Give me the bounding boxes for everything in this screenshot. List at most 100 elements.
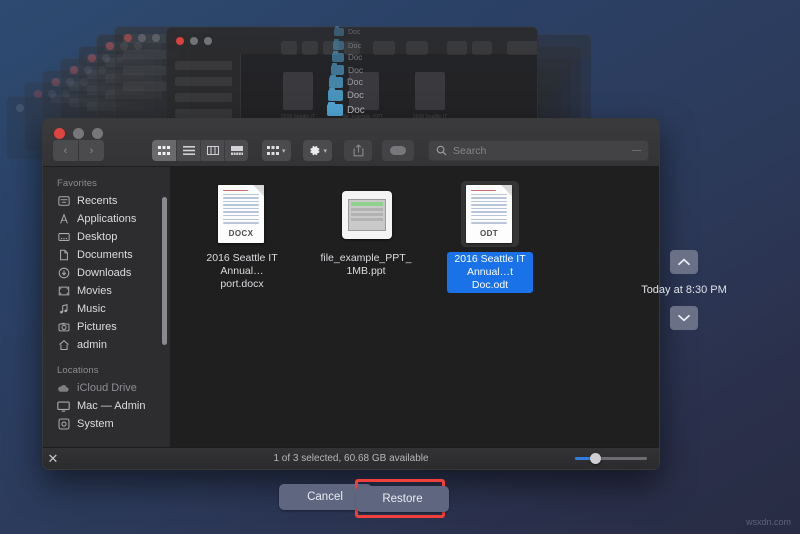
sidebar-item-desktop[interactable]: Desktop xyxy=(43,228,170,246)
icon-size-slider[interactable] xyxy=(575,453,647,464)
stacked-sidebar-row xyxy=(175,77,232,86)
file-label-line1: 2016 Seattle IT xyxy=(454,253,526,265)
sidebar-item-label: Recents xyxy=(77,195,118,207)
stacked-folder-chip-7[interactable]: Doc xyxy=(327,102,365,116)
group-by-menu[interactable]: ▾ xyxy=(262,140,291,161)
action-menu[interactable]: ▾ xyxy=(302,140,333,161)
slider-knob[interactable] xyxy=(590,453,601,464)
ppt-line xyxy=(351,208,383,211)
file-grid[interactable]: DOCX 2016 Seattle IT Annual…port.docx fi… xyxy=(171,167,659,447)
icon-view-button[interactable] xyxy=(152,140,176,161)
tag-oval-icon xyxy=(390,146,407,155)
forward-button[interactable]: › xyxy=(79,140,104,161)
stacked-toolbar-button[interactable] xyxy=(373,41,395,55)
folder-icon xyxy=(328,88,343,101)
sidebar-item-label: Music xyxy=(77,303,106,315)
column-view-button[interactable] xyxy=(200,140,224,161)
documents-icon xyxy=(57,249,70,262)
sidebar-item-label: admin xyxy=(77,339,107,351)
file-item-ppt[interactable]: file_example_PPT_ 1MB.ppt xyxy=(320,185,412,293)
time-machine-close-button[interactable]: ✕ xyxy=(44,450,62,468)
stacked-toolbar-button[interactable] xyxy=(447,41,467,55)
disk-icon xyxy=(57,418,70,431)
finder-body: Favorites Recents Applications Desktop D… xyxy=(43,167,659,447)
timeline-previous-button[interactable] xyxy=(670,250,698,274)
stacked-toolbar-button[interactable] xyxy=(302,41,318,55)
file-item-docx[interactable]: DOCX 2016 Seattle IT Annual…port.docx xyxy=(199,185,285,293)
sidebar-item-label: Pictures xyxy=(77,321,117,333)
stacked-folder-chip-3[interactable]: Doc xyxy=(332,51,362,62)
file-label-selected: 2016 Seattle IT Annual…t Doc.odt xyxy=(447,252,533,293)
sidebar-item-music[interactable]: Music xyxy=(43,300,170,318)
stacked-search-field[interactable] xyxy=(507,41,537,55)
file-item-odt[interactable]: ODT 2016 Seattle IT Annual…t Doc.odt xyxy=(447,181,533,293)
file-label: file_example_PPT_ 1MB.ppt xyxy=(320,252,411,278)
sidebar-item-mac-admin[interactable]: Mac — Admin xyxy=(43,397,170,415)
sidebar-item-recents[interactable]: Recents xyxy=(43,192,170,210)
sidebar-item-system[interactable]: System xyxy=(43,415,170,433)
sidebar-item-label: Downloads xyxy=(77,267,132,279)
gallery-view-button[interactable] xyxy=(224,140,248,161)
gear-icon xyxy=(309,145,320,156)
stacked-folder-label: Doc xyxy=(347,90,364,101)
sidebar-item-icloud-drive[interactable]: iCloud Drive xyxy=(43,379,170,397)
folder-icon xyxy=(331,63,344,75)
timeline-navigation: Today at 8:30 PM xyxy=(614,250,754,330)
zoom-window-button[interactable] xyxy=(92,128,103,139)
search-field[interactable]: Search xyxy=(428,140,649,161)
file-extension-badge: ODT xyxy=(479,229,499,238)
sidebar-item-admin[interactable]: admin xyxy=(43,336,170,354)
view-mode-buttons xyxy=(152,140,248,161)
stacked-folder-chip-1[interactable]: Doc xyxy=(334,26,361,36)
folder-icon xyxy=(327,102,343,116)
finder-window[interactable]: ‹ › ▾ ▾ Search Favorites Recents Applica… xyxy=(42,118,660,470)
share-button[interactable] xyxy=(344,140,373,161)
sidebar-item-documents[interactable]: Documents xyxy=(43,246,170,264)
sidebar-scrollbar[interactable] xyxy=(162,197,167,345)
minimize-window-button[interactable] xyxy=(73,128,84,139)
sidebar-section-favorites-title: Favorites xyxy=(57,178,97,189)
stacked-folder-label: Doc xyxy=(348,65,364,75)
sidebar-item-downloads[interactable]: Downloads xyxy=(43,264,170,282)
stacked-folder-label: Doc xyxy=(348,28,361,36)
sidebar-item-label: Desktop xyxy=(77,231,118,243)
stacked-folder-chip-4[interactable]: Doc xyxy=(331,63,364,75)
sidebar-item-movies[interactable]: Movies xyxy=(43,282,170,300)
file-label-line1: file_example_PPT_ xyxy=(320,252,412,264)
restore-button-highlight: Restore xyxy=(355,479,449,518)
folder-icon xyxy=(334,26,344,36)
timeline-next-button[interactable] xyxy=(670,306,698,330)
stacked-file-thumb xyxy=(283,72,313,110)
search-placeholder: Search xyxy=(453,144,487,157)
close-window-button[interactable] xyxy=(54,128,65,139)
list-view-button[interactable] xyxy=(176,140,200,161)
traffic-light-minimize xyxy=(190,37,198,45)
search-resize-handle[interactable] xyxy=(632,150,641,151)
file-thumbnail: ODT xyxy=(461,181,519,247)
stacked-toolbar-button[interactable] xyxy=(472,41,492,55)
stacked-file-thumb xyxy=(415,72,445,110)
stacked-folder-chip-2[interactable]: Doc xyxy=(333,39,362,50)
sidebar-item-label: Documents xyxy=(77,249,133,261)
stacked-folder-chip-5[interactable]: Doc xyxy=(329,75,364,88)
stacked-folder-label: Doc xyxy=(347,77,364,88)
stacked-toolbar-button[interactable] xyxy=(281,41,297,55)
stacked-folder-chip-6[interactable]: Doc xyxy=(328,88,364,101)
chevron-down-icon: ▾ xyxy=(323,147,328,155)
tags-button[interactable] xyxy=(382,140,415,161)
finder-sidebar[interactable]: Favorites Recents Applications Desktop D… xyxy=(43,167,171,447)
docx-file-icon: DOCX xyxy=(218,185,264,243)
stacked-toolbar-button[interactable] xyxy=(406,41,428,55)
sidebar-item-pictures[interactable]: Pictures xyxy=(43,318,170,336)
stacked-sidebar-row xyxy=(175,93,232,102)
ppt-file-icon xyxy=(342,191,392,239)
chevron-down-icon xyxy=(678,314,690,322)
restore-button[interactable]: Restore xyxy=(356,486,449,512)
ppt-title-bar xyxy=(351,202,383,206)
list-view-icon xyxy=(182,146,195,155)
traffic-light-gray xyxy=(16,104,24,112)
back-button[interactable]: ‹ xyxy=(53,140,78,161)
file-thumbnail: DOCX xyxy=(218,185,266,245)
stacked-folder-label: Doc xyxy=(348,41,362,50)
sidebar-item-applications[interactable]: Applications xyxy=(43,210,170,228)
